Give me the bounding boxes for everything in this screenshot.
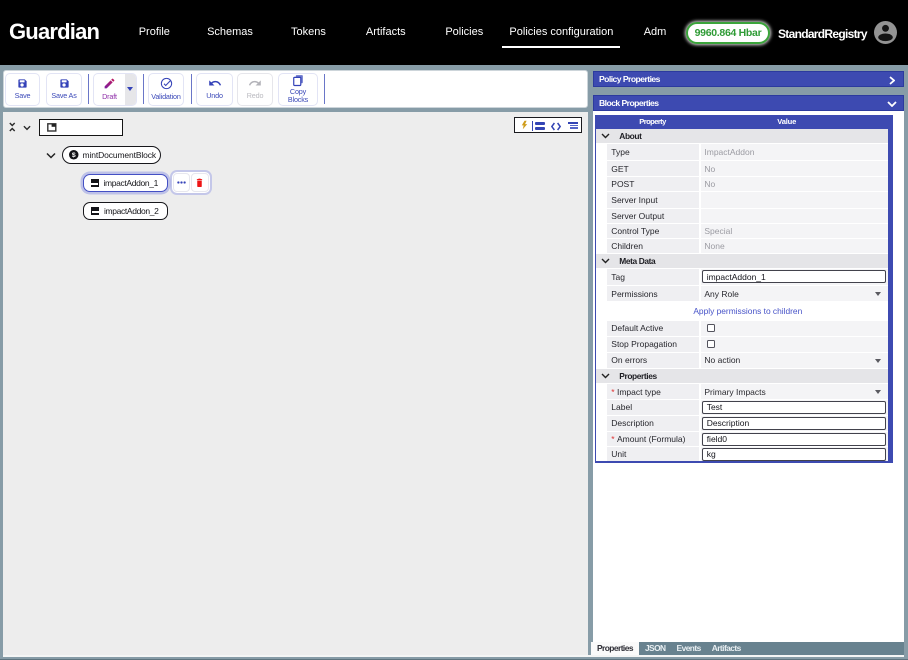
svg-text:$: $ xyxy=(72,152,76,159)
